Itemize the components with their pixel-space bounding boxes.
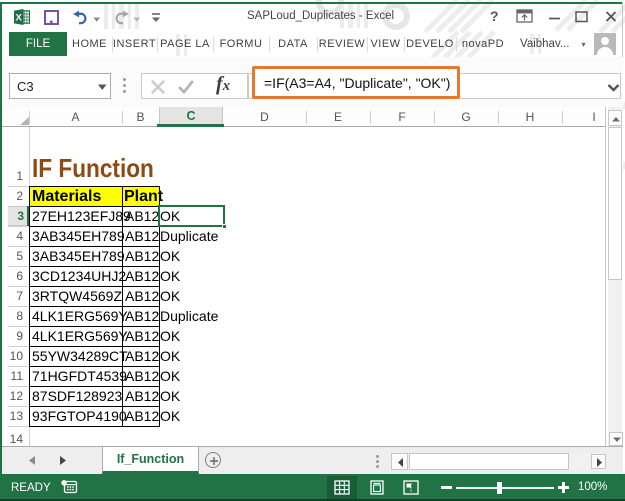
svg-text:X: X: [15, 13, 22, 24]
